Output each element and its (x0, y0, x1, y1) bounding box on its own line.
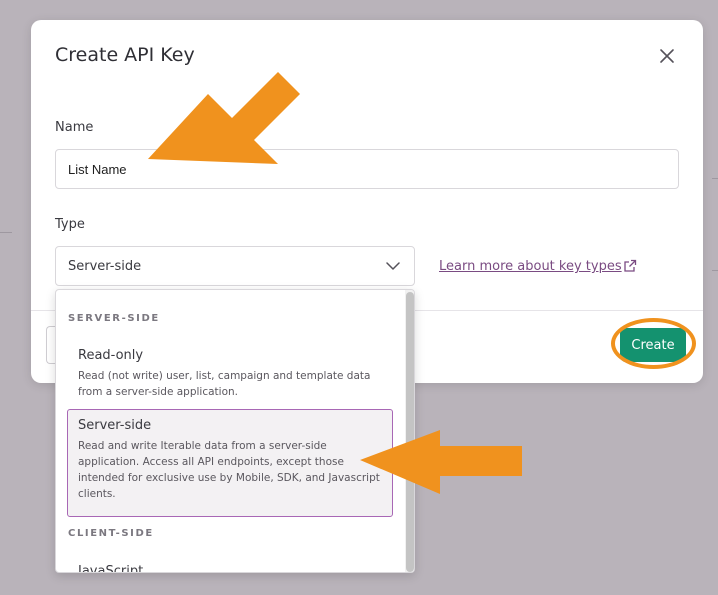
backdrop-line (0, 232, 12, 233)
external-link-icon[interactable] (623, 259, 637, 273)
type-select[interactable]: Server-side (55, 246, 415, 286)
annotation-arrow-name (148, 72, 300, 164)
option-description: Read and write Iterable data from a serv… (78, 440, 380, 500)
option-title: Server-side (78, 418, 152, 433)
close-button[interactable] (657, 46, 677, 66)
option-title: JavaScript (78, 564, 144, 573)
option-read-only[interactable]: Read-only Read (not write) user, list, c… (67, 339, 393, 409)
name-label: Name (55, 120, 94, 135)
type-select-value: Server-side (68, 259, 142, 274)
group-label-server-side: SERVER-SIDE (68, 313, 160, 324)
option-title: Read-only (78, 348, 144, 363)
group-label-client-side: CLIENT-SIDE (68, 528, 154, 539)
chevron-down-icon (386, 262, 400, 270)
annotation-arrow-type (360, 430, 522, 494)
highlight-circle (611, 318, 696, 369)
backdrop-line (712, 270, 718, 271)
learn-more-link[interactable]: Learn more about key types (439, 259, 622, 274)
option-javascript[interactable]: JavaScript (67, 555, 393, 573)
modal-title: Create API Key (55, 44, 195, 66)
option-server-side[interactable]: Server-side Read and write Iterable data… (67, 409, 393, 517)
type-label: Type (55, 217, 85, 232)
backdrop-line (712, 178, 718, 179)
option-description: Read (not write) user, list, campaign an… (78, 370, 371, 398)
close-icon (660, 49, 674, 63)
